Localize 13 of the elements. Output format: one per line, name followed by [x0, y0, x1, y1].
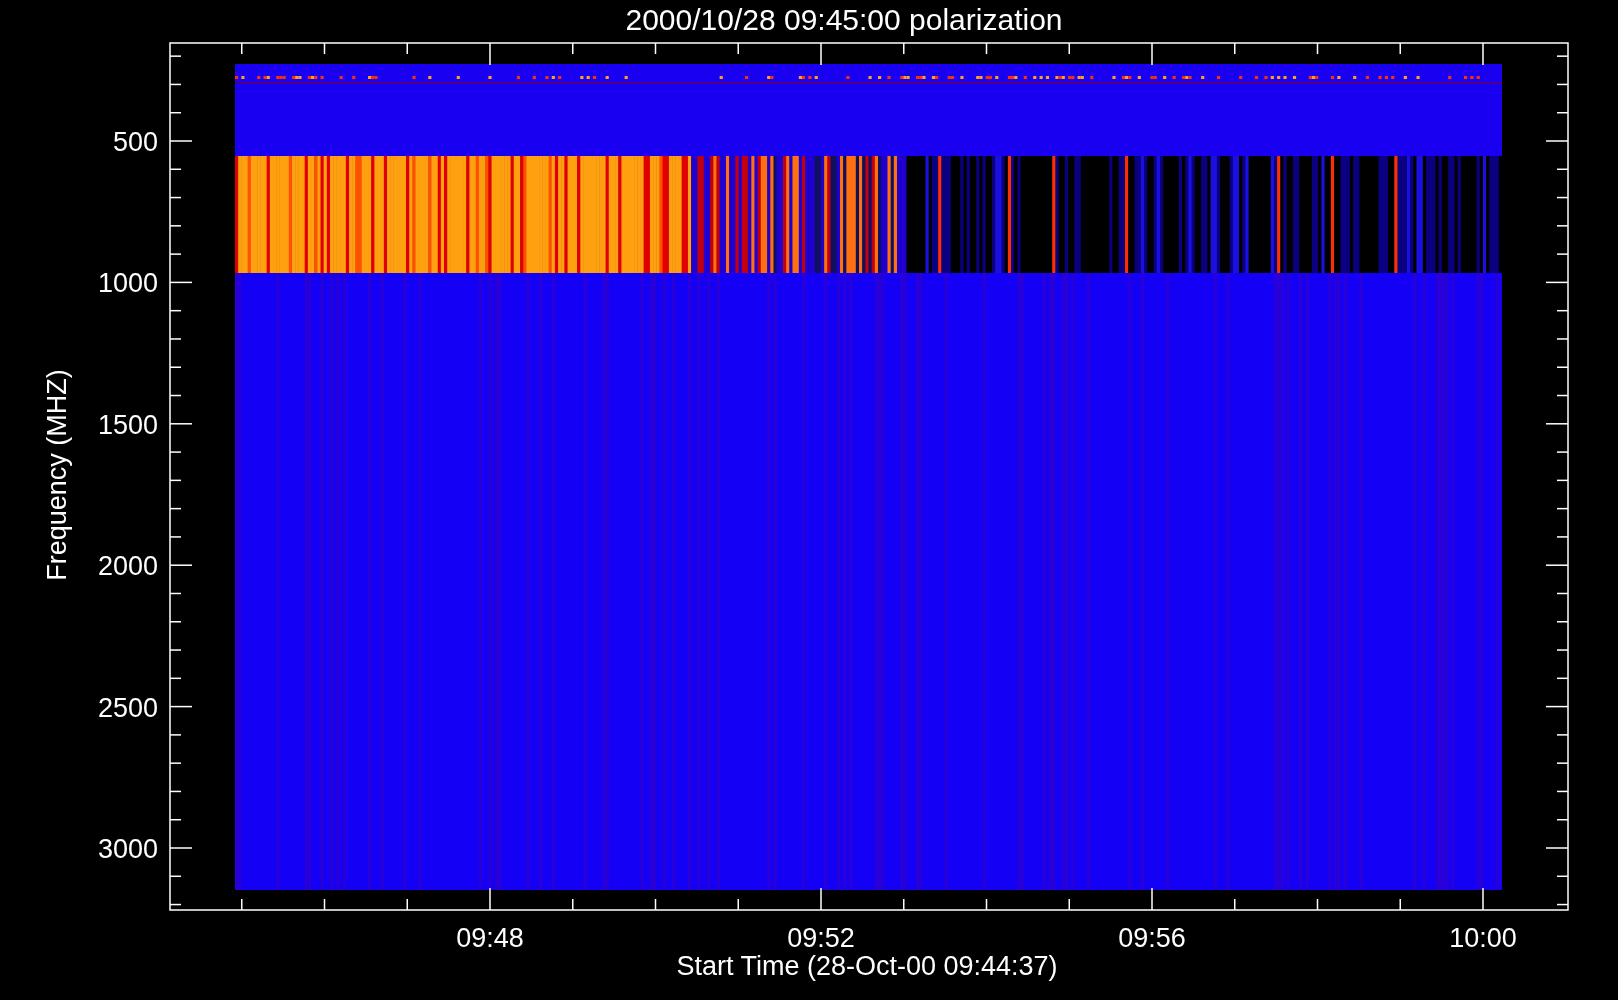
- x-tick-label: 10:00: [1449, 923, 1517, 953]
- y-tick-label: 1000: [97, 268, 158, 299]
- x-axis-title: Start Time (28-Oct-00 09:44:37): [676, 951, 1058, 981]
- x-tick-label: 09:48: [456, 923, 524, 953]
- y-axis-title: Frequency (MHZ): [42, 369, 72, 581]
- y-tick-label: 500: [112, 127, 158, 157]
- y-tick-label: 2000: [97, 551, 158, 582]
- y-tick-label: 2500: [97, 692, 158, 723]
- y-tick-label: 1500: [97, 409, 158, 440]
- y-tick-label: 3000: [97, 834, 158, 864]
- plot-title: 2000/10/28 09:45:00 polarization: [625, 2, 1063, 38]
- x-tick-label: 09:56: [1118, 923, 1186, 953]
- x-tick-label: 09:52: [787, 923, 855, 953]
